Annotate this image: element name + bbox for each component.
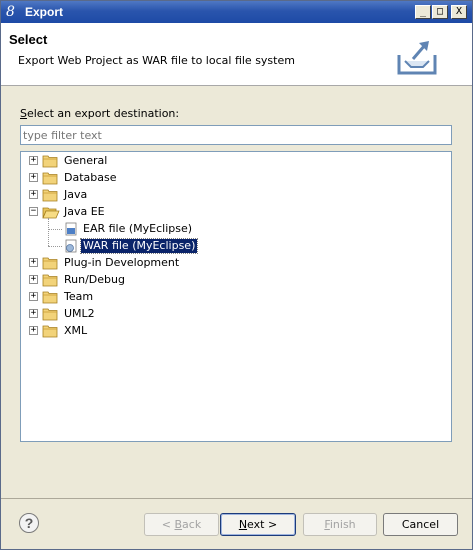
- back-prefix: <: [161, 518, 175, 531]
- export-wizard-icon: [397, 41, 437, 75]
- label-mnemonic: S: [20, 107, 27, 120]
- tree-item-label: Java EE: [64, 205, 105, 218]
- tree-item[interactable]: EAR file (MyEclipse): [21, 221, 449, 238]
- expand-icon[interactable]: +: [29, 156, 38, 165]
- folder-icon: [42, 290, 60, 304]
- tree-item-label: Database: [64, 171, 117, 184]
- tree-item[interactable]: + Plug-in Development: [21, 255, 449, 272]
- tree-connector: [48, 229, 62, 231]
- help-icon[interactable]: ?: [19, 513, 39, 533]
- expand-icon[interactable]: +: [29, 309, 38, 318]
- back-mnemonic: B: [174, 518, 183, 531]
- folder-icon: [42, 188, 60, 202]
- tree-item[interactable]: + Database: [21, 170, 449, 187]
- tree-item[interactable]: − Java EE: [21, 204, 449, 221]
- page-title: Select: [9, 32, 48, 47]
- tree-item-label: Java: [64, 188, 88, 201]
- export-dialog: 8 Export _ □ X Select Export Web Project…: [0, 0, 473, 550]
- tree-item[interactable]: + Team: [21, 289, 449, 306]
- filter-input[interactable]: [20, 125, 452, 145]
- expand-icon[interactable]: +: [29, 190, 38, 199]
- expand-icon[interactable]: +: [29, 326, 38, 335]
- tree-connector: [48, 218, 50, 246]
- next-label: ext >: [247, 518, 278, 531]
- tree-item[interactable]: + UML2: [21, 306, 449, 323]
- finish-label: inish: [329, 518, 356, 531]
- next-button[interactable]: Next >: [220, 513, 296, 536]
- tree-item-label: Team: [64, 290, 94, 303]
- maximize-button[interactable]: □: [432, 5, 448, 19]
- tree-item-label: UML2: [64, 307, 95, 320]
- tree-item-label: Run/Debug: [64, 273, 125, 286]
- window-title: Export: [25, 5, 64, 19]
- folder-icon: [42, 171, 60, 185]
- minimize-button[interactable]: _: [415, 5, 431, 19]
- tree-item[interactable]: + XML: [21, 323, 449, 340]
- export-destination-tree[interactable]: + General + Database + Java − Java EE EAR file (…: [20, 151, 452, 442]
- cancel-button[interactable]: Cancel: [383, 513, 458, 536]
- expand-icon[interactable]: +: [29, 173, 38, 182]
- back-button[interactable]: < Back: [144, 513, 219, 536]
- war-file-icon: [62, 239, 80, 253]
- title-bar[interactable]: 8 Export _ □ X: [1, 1, 472, 23]
- tree-item-label: EAR file (MyEclipse): [83, 222, 193, 235]
- tree-item-label: General: [64, 154, 108, 167]
- finish-button[interactable]: Finish: [303, 513, 377, 536]
- back-label: ack: [182, 518, 202, 531]
- tree-item[interactable]: + Java: [21, 187, 449, 204]
- tree-item-label: Plug-in Development: [64, 256, 180, 269]
- label-text: elect an export destination:: [26, 107, 180, 120]
- collapse-icon[interactable]: −: [29, 207, 38, 216]
- export-destination-label: Select an export destination:: [20, 107, 179, 120]
- tree-item-label: XML: [64, 324, 88, 337]
- eclipse-app-icon: 8: [6, 4, 15, 20]
- folder-icon: [42, 273, 60, 287]
- tree-item[interactable]: + General: [21, 153, 449, 170]
- expand-icon[interactable]: +: [29, 275, 38, 284]
- folder-icon: [42, 324, 60, 338]
- tree-connector: [48, 246, 62, 248]
- close-button[interactable]: X: [451, 5, 467, 19]
- folder-icon: [42, 256, 60, 270]
- folder-icon: [42, 154, 60, 168]
- tree-item[interactable]: + Run/Debug: [21, 272, 449, 289]
- tree-item[interactable]: WAR file (MyEclipse): [21, 238, 449, 255]
- tree-item-label: WAR file (MyEclipse): [79, 238, 199, 254]
- folder-icon: [42, 307, 60, 321]
- next-mnemonic: N: [238, 518, 248, 531]
- page-description: Export Web Project as WAR file to local …: [18, 54, 295, 67]
- footer-separator: [1, 498, 472, 499]
- ear-file-icon: [62, 222, 80, 236]
- expand-icon[interactable]: +: [29, 258, 38, 267]
- expand-icon[interactable]: +: [29, 292, 38, 301]
- wizard-banner: Select Export Web Project as WAR file to…: [1, 23, 472, 86]
- open-folder-icon: [42, 205, 60, 219]
